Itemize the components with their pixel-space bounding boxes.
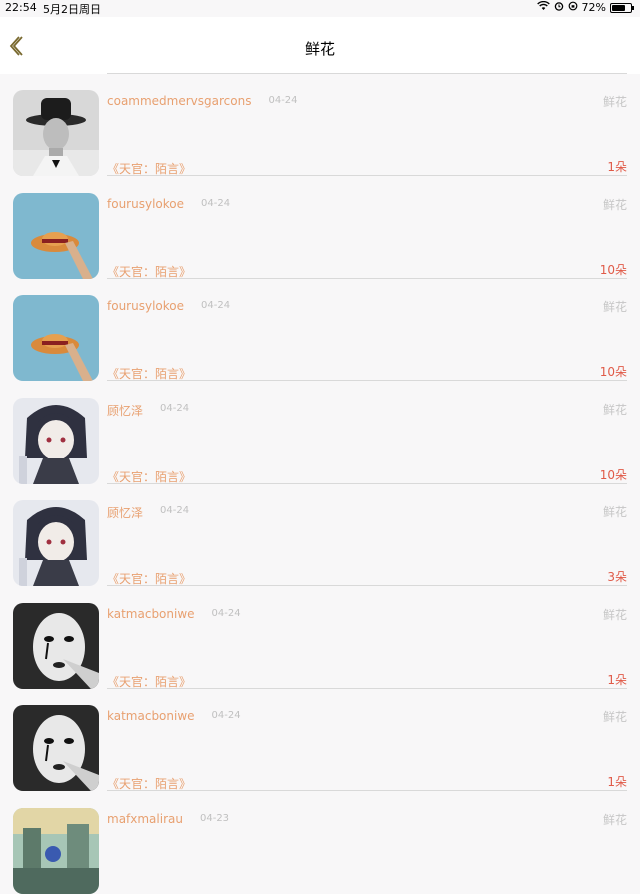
wifi-icon	[537, 1, 550, 14]
list-item[interactable]: katmacboniwe 04-24 鲜花 《天官：陌言》 1朵	[0, 587, 640, 690]
status-time: 22:54	[5, 1, 37, 14]
avatar-straw-hat[interactable]	[13, 193, 99, 279]
gift-type: 鲜花	[603, 196, 627, 213]
avatar-anime-girl[interactable]	[13, 500, 99, 586]
username[interactable]: coammedmervsgarcons	[107, 94, 251, 108]
record-date: 04-24	[160, 403, 189, 414]
battery-level	[612, 5, 625, 11]
flower-count: 3朵	[607, 568, 627, 585]
username[interactable]: mafxmalirau	[107, 812, 183, 826]
status-bar: 22:54 5月2日周日 72%	[0, 0, 640, 17]
username[interactable]: katmacboniwe	[107, 709, 195, 723]
list-item[interactable]: fourusylokoe 04-24 鲜花 《天官：陌言》 10朵	[0, 279, 640, 382]
list-item[interactable]: mafxmalirau 04-23 鲜花	[0, 792, 640, 894]
battery-percent: 72%	[582, 1, 606, 14]
flower-count: 10朵	[600, 363, 627, 380]
record-date: 04-24	[212, 608, 241, 619]
gift-type: 鲜花	[603, 503, 627, 520]
record-date: 04-24	[212, 710, 241, 721]
avatar-straw-hat[interactable]	[13, 295, 99, 381]
flower-count: 1朵	[607, 773, 627, 790]
username[interactable]: fourusylokoe	[107, 299, 184, 313]
record-date: 04-24	[201, 198, 230, 209]
gift-type: 鲜花	[603, 606, 627, 623]
record-date: 04-23	[200, 813, 229, 824]
avatar-mime-face[interactable]	[13, 603, 99, 689]
gift-type: 鲜花	[603, 401, 627, 418]
username[interactable]: katmacboniwe	[107, 607, 195, 621]
page-title: 鲜花	[0, 38, 640, 59]
avatar-anime-girl[interactable]	[13, 398, 99, 484]
alarm-icon	[554, 1, 564, 14]
avatar-man-in-hat[interactable]	[13, 90, 99, 176]
list-item[interactable]: 顾忆泽 04-24 鲜花 《天官：陌言》 3朵	[0, 484, 640, 587]
status-right: 72%	[537, 1, 632, 14]
gift-type: 鲜花	[603, 93, 627, 110]
gift-type: 鲜花	[603, 708, 627, 725]
list-item[interactable]: 顾忆泽 04-24 鲜花 《天官：陌言》 10朵	[0, 382, 640, 485]
flower-count: 1朵	[607, 158, 627, 175]
gift-type: 鲜花	[603, 811, 627, 828]
record-date: 04-24	[160, 505, 189, 516]
flower-count: 10朵	[600, 466, 627, 483]
avatar-mime-face[interactable]	[13, 705, 99, 791]
battery-icon	[610, 3, 632, 13]
record-date: 04-24	[201, 300, 230, 311]
list-item[interactable]: coammedmervsgarcons 04-24 鲜花 《天官：陌言》 1朵	[0, 74, 640, 177]
username[interactable]: 顾忆泽	[107, 402, 143, 419]
avatar-street-scene[interactable]	[13, 808, 99, 894]
record-date: 04-24	[268, 95, 297, 106]
username[interactable]: 顾忆泽	[107, 504, 143, 521]
flower-record-list: coammedmervsgarcons 04-24 鲜花 《天官：陌言》 1朵 …	[0, 74, 640, 894]
list-item[interactable]: fourusylokoe 04-24 鲜花 《天官：陌言》 10朵	[0, 177, 640, 280]
orientation-lock-icon	[568, 1, 578, 14]
gift-type: 鲜花	[603, 298, 627, 315]
username[interactable]: fourusylokoe	[107, 197, 184, 211]
status-date: 5月2日周日	[43, 1, 101, 17]
flower-count: 1朵	[607, 671, 627, 688]
flower-count: 10朵	[600, 261, 627, 278]
list-item[interactable]: katmacboniwe 04-24 鲜花 《天官：陌言》 1朵	[0, 689, 640, 792]
